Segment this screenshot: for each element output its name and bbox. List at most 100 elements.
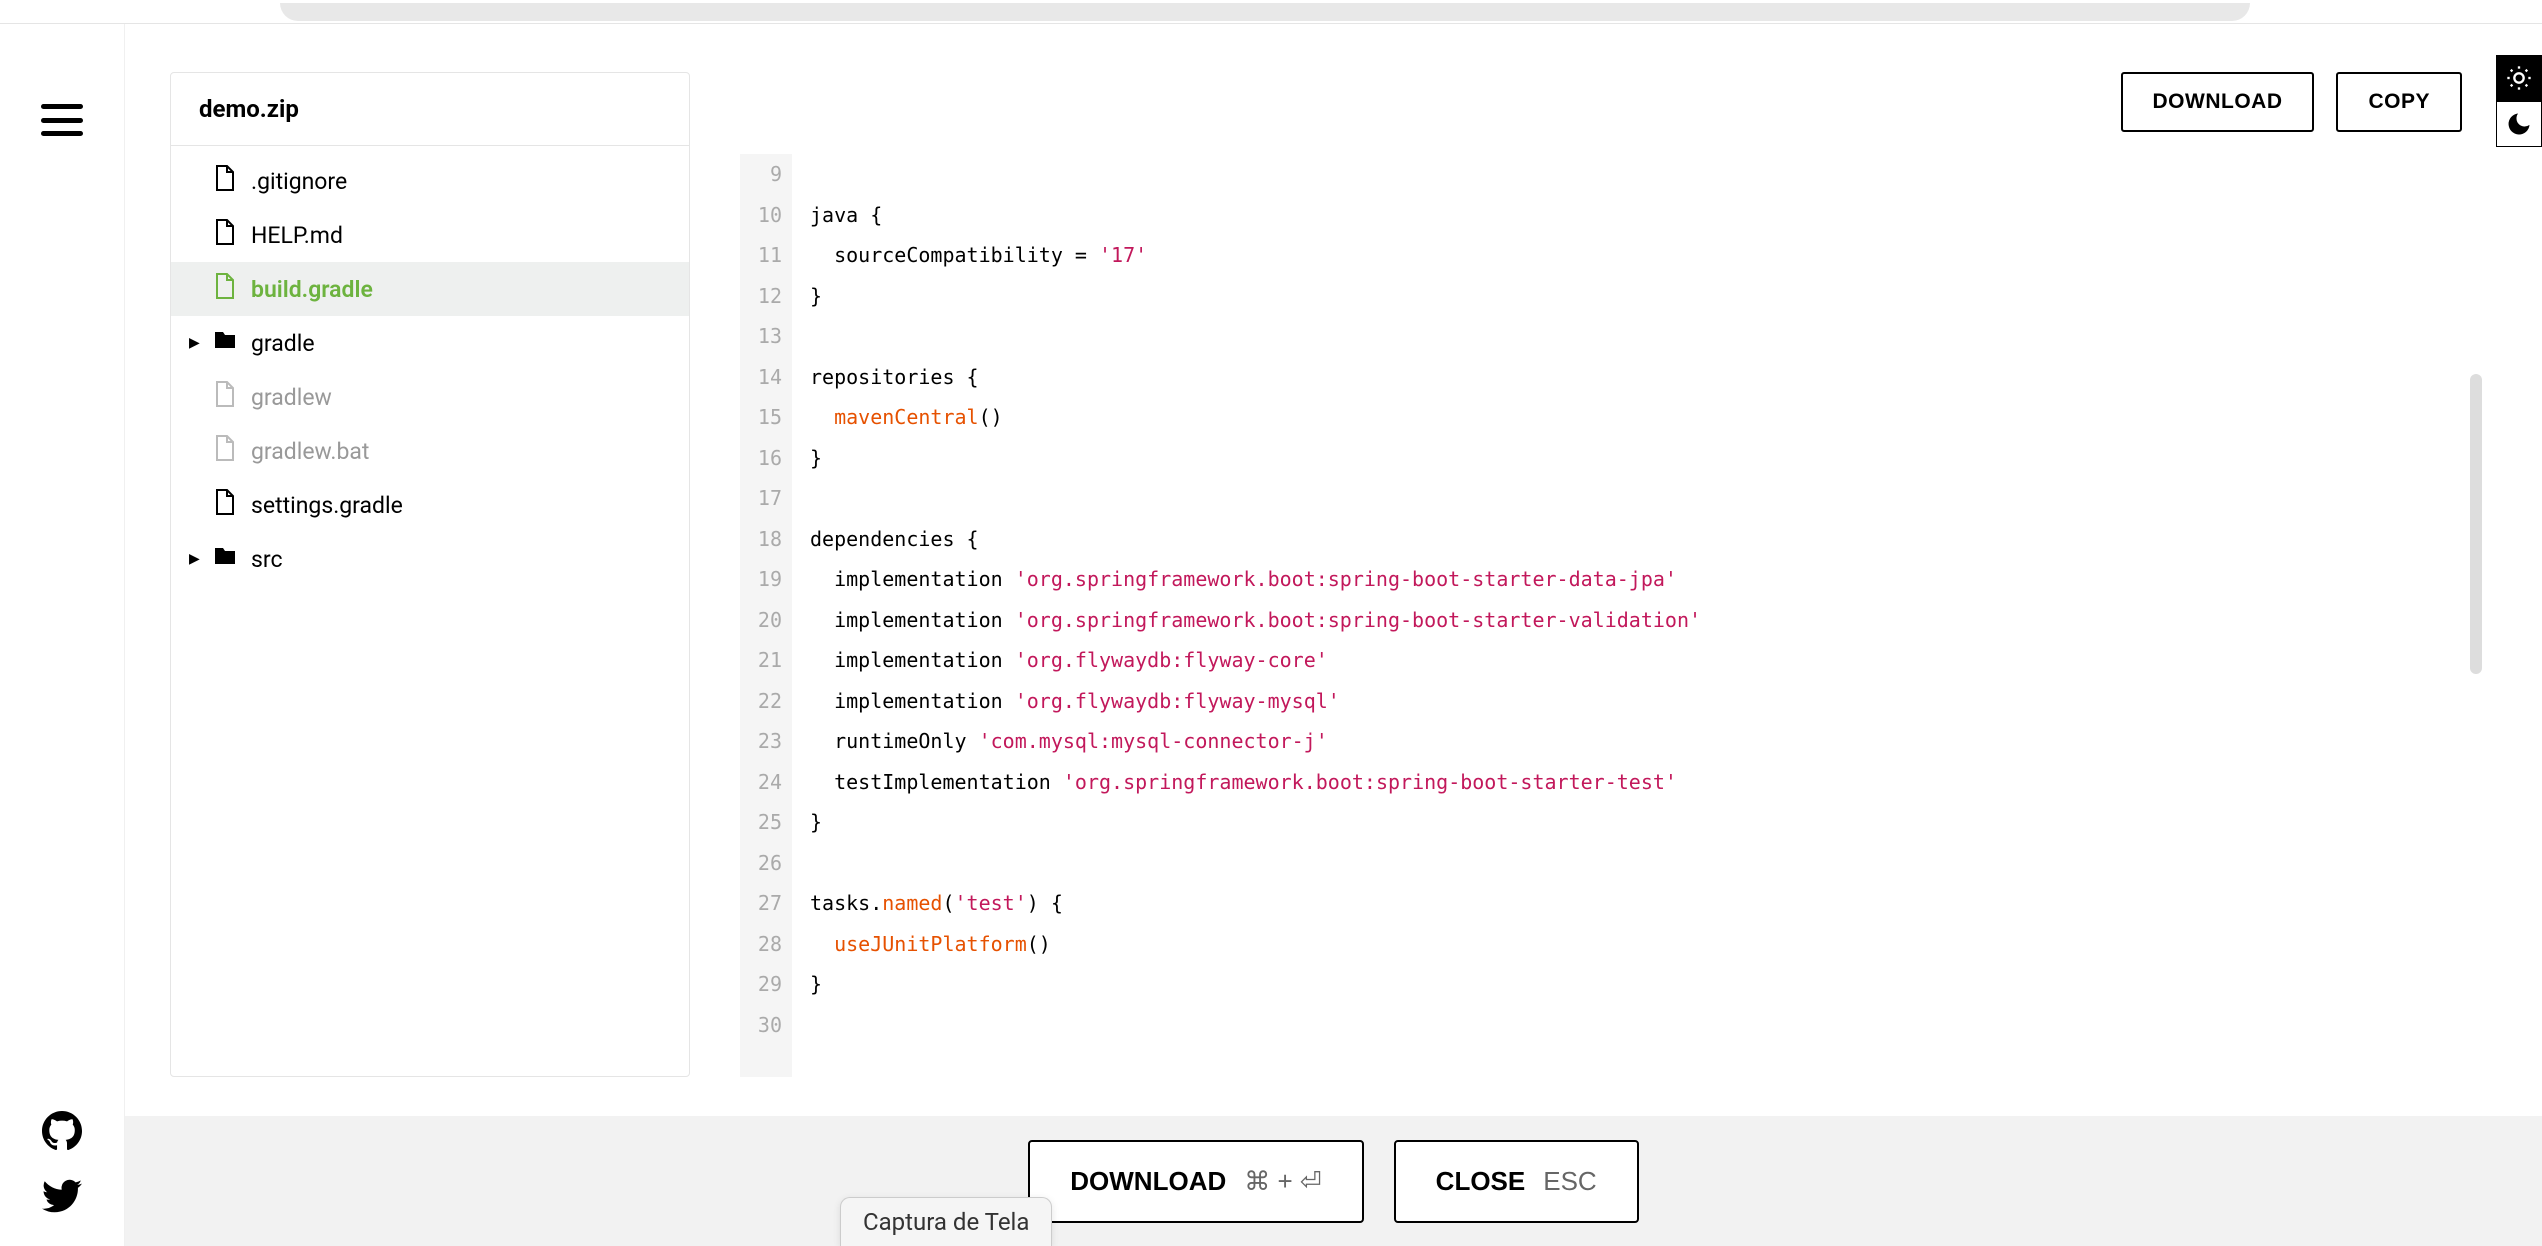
code-line: dependencies { [810,519,2482,560]
browser-top-bar [0,0,2542,24]
copy-button[interactable]: COPY [2336,72,2462,132]
code-line [810,843,2482,884]
line-number: 14 [750,357,782,398]
code-line: implementation 'org.flywaydb:flyway-core… [810,640,2482,681]
line-number: 19 [750,559,782,600]
tree-item-gradlew-bat[interactable]: gradlew.bat [171,424,689,478]
line-number: 25 [750,802,782,843]
line-number: 9 [750,154,782,195]
line-number: 26 [750,843,782,884]
theme-light-button[interactable] [2496,55,2542,101]
code-line: implementation 'org.springframework.boot… [810,600,2482,641]
download-button[interactable]: DOWNLOAD [2121,72,2315,132]
file-tree-list: .gitignore HELP.md build.gradle ▶ gradle grad… [171,146,689,594]
address-bar-collapsed[interactable] [280,3,2250,21]
file-icon [213,380,237,414]
line-number: 21 [750,640,782,681]
code-line: } [810,438,2482,479]
code-line [810,316,2482,357]
line-number: 23 [750,721,782,762]
line-number: 16 [750,438,782,479]
code-line [810,154,2482,195]
hamburger-icon[interactable] [41,104,83,136]
screenshot-toast[interactable]: Captura de Tela [840,1197,1052,1246]
code-line: testImplementation 'org.springframework.… [810,762,2482,803]
code-line: } [810,964,2482,1005]
tree-item-label: HELP.md [251,222,343,249]
tree-item-gradlew[interactable]: gradlew [171,370,689,424]
tree-item-build-gradle[interactable]: build.gradle [171,262,689,316]
footer-close-button[interactable]: CLOSE ESC [1394,1140,1639,1223]
line-number: 17 [750,478,782,519]
tree-item-label: gradlew [251,384,332,411]
line-number: 27 [750,883,782,924]
tree-item-label: gradle [251,330,315,357]
footer-bar: DOWNLOAD ⌘ + ⏎ CLOSE ESC [125,1116,2542,1246]
twitter-icon[interactable] [42,1176,82,1216]
file-tree-panel: demo.zip .gitignore HELP.md build.gradle ▶ g… [170,72,690,1077]
tree-item-label: .gitignore [251,168,347,195]
tree-item-label: build.gradle [251,276,373,303]
code-lines: java { sourceCompatibility = '17'} repos… [792,154,2482,1077]
code-line [810,478,2482,519]
file-icon [213,164,237,198]
code-line: implementation 'org.springframework.boot… [810,559,2482,600]
code-line: java { [810,195,2482,236]
code-toolbar: DOWNLOAD COPY [740,72,2482,154]
file-icon [213,488,237,522]
line-number: 30 [750,1005,782,1046]
code-line: implementation 'org.flywaydb:flyway-mysq… [810,681,2482,722]
line-number: 10 [750,195,782,236]
scrollbar-thumb[interactable] [2470,374,2482,674]
code-line: mavenCentral() [810,397,2482,438]
line-gutter: 9101112131415161718192021222324252627282… [740,154,792,1077]
code-line: } [810,276,2482,317]
folder-icon [213,542,237,576]
social-links [42,1111,82,1216]
line-number: 11 [750,235,782,276]
line-number: 20 [750,600,782,641]
line-number: 29 [750,964,782,1005]
github-icon[interactable] [42,1111,82,1151]
code-line [810,1005,2482,1046]
chevron-right-icon: ▶ [189,551,199,567]
theme-dark-button[interactable] [2496,101,2542,147]
code-line: runtimeOnly 'com.mysql:mysql-connector-j… [810,721,2482,762]
tree-item--gitignore[interactable]: .gitignore [171,154,689,208]
footer-close-label: CLOSE [1436,1166,1526,1197]
code-panel: DOWNLOAD COPY 91011121314151617181920212… [740,72,2482,1077]
line-number: 28 [750,924,782,965]
file-icon [213,218,237,252]
code-line: repositories { [810,357,2482,398]
footer-close-hint: ESC [1543,1166,1596,1197]
footer-download-hint: ⌘ + ⏎ [1244,1166,1321,1197]
footer-download-button[interactable]: DOWNLOAD ⌘ + ⏎ [1028,1140,1363,1223]
tree-item-gradle[interactable]: ▶ gradle [171,316,689,370]
tree-item-label: settings.gradle [251,492,403,519]
left-rail [0,24,125,1246]
line-number: 15 [750,397,782,438]
line-number: 13 [750,316,782,357]
explorer-modal: demo.zip .gitignore HELP.md build.gradle ▶ g… [170,72,2482,1246]
tree-item-label: gradlew.bat [251,438,369,465]
theme-rail [2496,55,2542,147]
file-icon [213,272,237,306]
line-number: 24 [750,762,782,803]
line-number: 18 [750,519,782,560]
tree-item-src[interactable]: ▶ src [171,532,689,586]
code-line: tasks.named('test') { [810,883,2482,924]
tree-item-settings-gradle[interactable]: settings.gradle [171,478,689,532]
folder-icon [213,326,237,360]
tree-item-HELP-md[interactable]: HELP.md [171,208,689,262]
line-number: 22 [750,681,782,722]
line-number: 12 [750,276,782,317]
archive-name: demo.zip [171,73,689,146]
chevron-right-icon: ▶ [189,335,199,351]
code-line: useJUnitPlatform() [810,924,2482,965]
code-line: sourceCompatibility = '17' [810,235,2482,276]
code-view[interactable]: 9101112131415161718192021222324252627282… [740,154,2482,1077]
tree-item-label: src [251,546,283,573]
code-line: } [810,802,2482,843]
file-icon [213,434,237,468]
footer-download-label: DOWNLOAD [1070,1166,1226,1197]
